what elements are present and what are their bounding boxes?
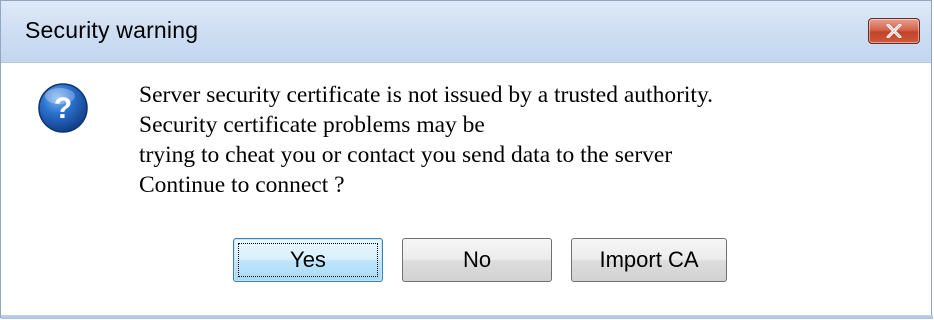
- yes-button-label: Yes: [290, 247, 326, 272]
- yes-button[interactable]: Yes: [233, 238, 383, 282]
- window-title: Security warning: [25, 17, 199, 43]
- message-line: Continue to connect ?: [139, 172, 345, 198]
- window-bottom-border: [1, 315, 933, 319]
- message-line: Security certificate problems may be: [139, 112, 485, 138]
- dialog-content: ? Server security certificate is not iss…: [3, 63, 929, 315]
- message-text: Server security certificate is not issue…: [139, 80, 713, 200]
- question-icon: ?: [37, 82, 89, 134]
- import-ca-button[interactable]: Import CA: [571, 238, 727, 282]
- window-frame: Security warning ? Server security certi…: [0, 0, 933, 319]
- message-line: Server security certificate is not issue…: [139, 82, 714, 108]
- security-warning-dialog: Security warning ? Server security certi…: [0, 0, 934, 320]
- close-icon: [886, 24, 902, 38]
- svg-text:?: ?: [54, 92, 72, 125]
- message-line: trying to cheat you or contact you send …: [139, 142, 673, 168]
- close-button[interactable]: [868, 18, 920, 44]
- import-ca-button-label: Import CA: [599, 247, 699, 272]
- no-button-label: No: [462, 247, 492, 272]
- no-button[interactable]: No: [402, 238, 552, 282]
- title-bar[interactable]: Security warning: [1, 1, 931, 63]
